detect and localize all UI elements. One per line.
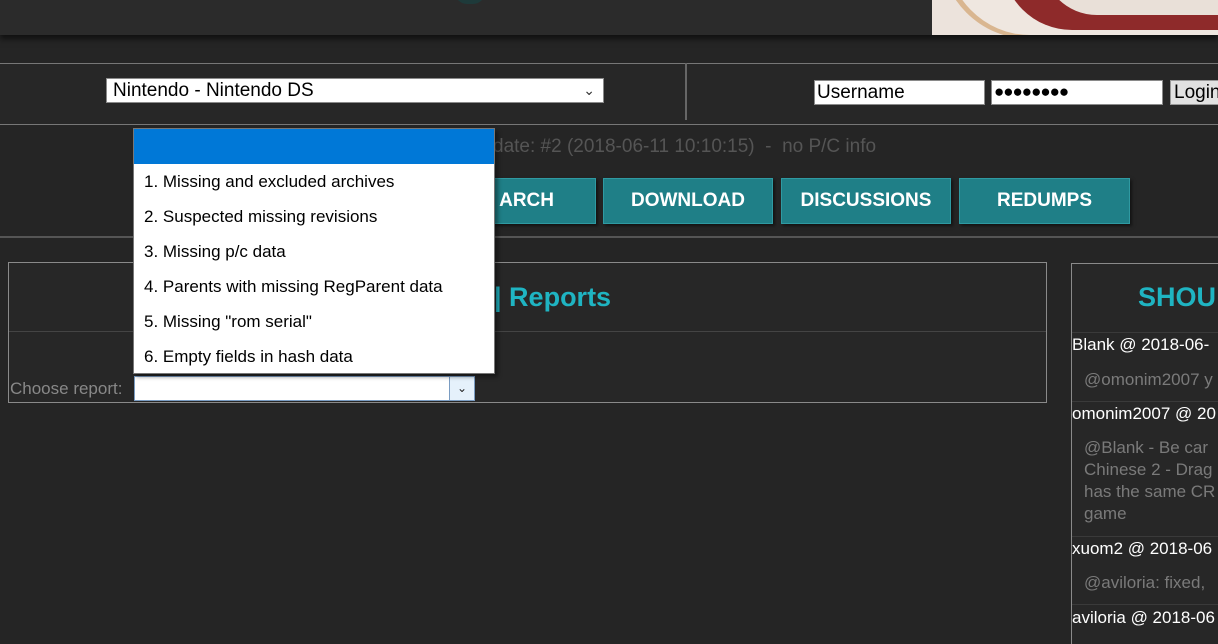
dropdown-option[interactable]: 4. Parents with missing RegParent data [134, 269, 494, 304]
nav-redumps-button[interactable]: REDUMPS [959, 178, 1130, 224]
choose-report-label: Choose report: [10, 379, 123, 398]
shout-author: omonim2007 @ 20 [1072, 404, 1216, 423]
shout-message: @aviloria: fixed, [1084, 573, 1206, 592]
dat-status-text: date: #2 (2018-06-11 10:10:15) - no P/C … [493, 136, 877, 157]
report-select[interactable]: ⌄ [134, 376, 475, 401]
shout-author: Blank @ 2018-06- [1072, 335, 1210, 354]
shout-author: xuom2 @ 2018-06 [1072, 539, 1213, 558]
divider [685, 63, 687, 120]
login-button[interactable]: Login [1170, 80, 1218, 105]
divider [1072, 536, 1218, 537]
shoutbox-title: SHOU [1138, 282, 1217, 312]
shout-author: aviloria @ 2018-06 [1072, 608, 1215, 627]
dropdown-option[interactable]: 1. Missing and excluded archives [134, 164, 494, 199]
shout-message: @omonim2007 y [1084, 370, 1213, 389]
dropdown-option-blank[interactable] [134, 129, 494, 164]
shout-message: @Blank - Be car Chinese 2 - Drag has the… [1084, 438, 1216, 523]
divider [1072, 401, 1218, 402]
page: Nintendo - Nintendo DS ⌄ Username ●●●●●●… [0, 0, 1218, 644]
dropdown-option[interactable]: 6. Empty fields in hash data [134, 339, 494, 374]
chevron-down-icon: ⌄ [583, 82, 595, 98]
divider [1072, 604, 1218, 605]
dropdown-option[interactable]: 3. Missing p/c data [134, 234, 494, 269]
password-input[interactable]: ●●●●●●●● [991, 80, 1163, 105]
reports-title: | Reports [494, 282, 612, 312]
divider [1072, 332, 1218, 333]
username-input[interactable]: Username [814, 80, 985, 105]
site-banner [0, 0, 1218, 35]
system-select-value: Nintendo - Nintendo DS [113, 80, 314, 101]
report-dropdown-list: 1. Missing and excluded archives 2. Susp… [133, 128, 495, 374]
logo-fragment-icon [455, 0, 485, 4]
banner-artwork [932, 0, 1218, 35]
chevron-down-icon[interactable]: ⌄ [449, 377, 474, 400]
dropdown-option[interactable]: 5. Missing "rom serial" [134, 304, 494, 339]
system-select[interactable]: Nintendo - Nintendo DS ⌄ [106, 78, 604, 103]
dropdown-option[interactable]: 2. Suspected missing revisions [134, 199, 494, 234]
nav-download-button[interactable]: DOWNLOAD [603, 178, 773, 224]
nav-discussions-button[interactable]: DISCUSSIONS [781, 178, 951, 224]
